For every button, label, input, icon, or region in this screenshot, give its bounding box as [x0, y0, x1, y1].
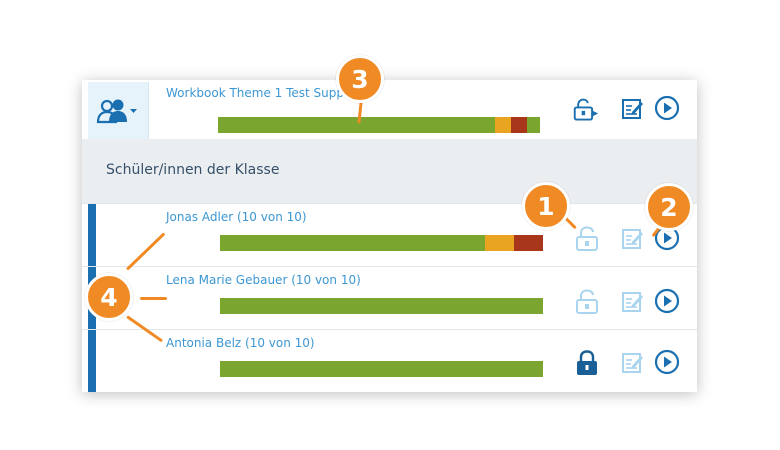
section-header: Schüler/innen der Klasse — [82, 139, 697, 203]
unlock-icon[interactable] — [574, 289, 600, 315]
row-stripe — [88, 204, 96, 267]
edit-icon[interactable] — [620, 289, 646, 315]
workbook-title-link[interactable]: Workbook Theme 1 Test Supp — [166, 86, 344, 100]
student-name-link[interactable]: Lena Marie Gebauer (10 von 10) — [166, 273, 361, 287]
progress-green — [220, 298, 543, 314]
workbook-header: Workbook Theme 1 Test Supp — [82, 80, 697, 139]
progress-red — [511, 117, 528, 133]
student-row: Lena Marie Gebauer (10 von 10) — [82, 266, 697, 330]
lock-icon[interactable] — [574, 350, 600, 376]
student-progress-bar — [220, 298, 543, 314]
users-dropdown-icon — [96, 97, 140, 125]
student-progress-bar — [220, 235, 543, 251]
play-icon[interactable] — [654, 288, 680, 314]
student-row: Antonia Belz (10 von 10) — [82, 329, 697, 392]
callout-badge-1: 1 — [522, 182, 570, 230]
workbook-panel: Workbook Theme 1 Test Supp Schüler/innen… — [82, 80, 697, 392]
progress-green — [218, 117, 495, 133]
edit-icon[interactable] — [620, 226, 646, 252]
unlock-export-icon[interactable] — [573, 97, 599, 123]
group-dropdown-button[interactable] — [88, 82, 149, 139]
progress-green — [220, 235, 485, 251]
student-progress-bar — [220, 361, 543, 377]
callout-badge-4: 4 — [85, 273, 133, 321]
row-stripe — [88, 330, 96, 392]
progress-red — [513, 235, 543, 251]
progress-orange — [494, 117, 511, 133]
play-icon[interactable] — [654, 349, 680, 375]
unlock-icon[interactable] — [574, 226, 600, 252]
callout-4-pointer-mid — [140, 297, 167, 300]
student-name-link[interactable]: Antonia Belz (10 von 10) — [166, 336, 315, 350]
workbook-progress-bar — [218, 117, 540, 133]
edit-icon[interactable] — [620, 96, 646, 122]
callout-badge-2: 2 — [645, 183, 693, 231]
play-icon[interactable] — [654, 95, 680, 121]
edit-icon[interactable] — [620, 350, 646, 376]
student-name-link[interactable]: Jonas Adler (10 von 10) — [166, 210, 307, 224]
callout-badge-3: 3 — [336, 55, 384, 103]
progress-orange — [484, 235, 514, 251]
section-title: Schüler/innen der Klasse — [106, 162, 280, 178]
progress-green — [220, 361, 543, 377]
student-row: Jonas Adler (10 von 10) — [82, 203, 697, 267]
